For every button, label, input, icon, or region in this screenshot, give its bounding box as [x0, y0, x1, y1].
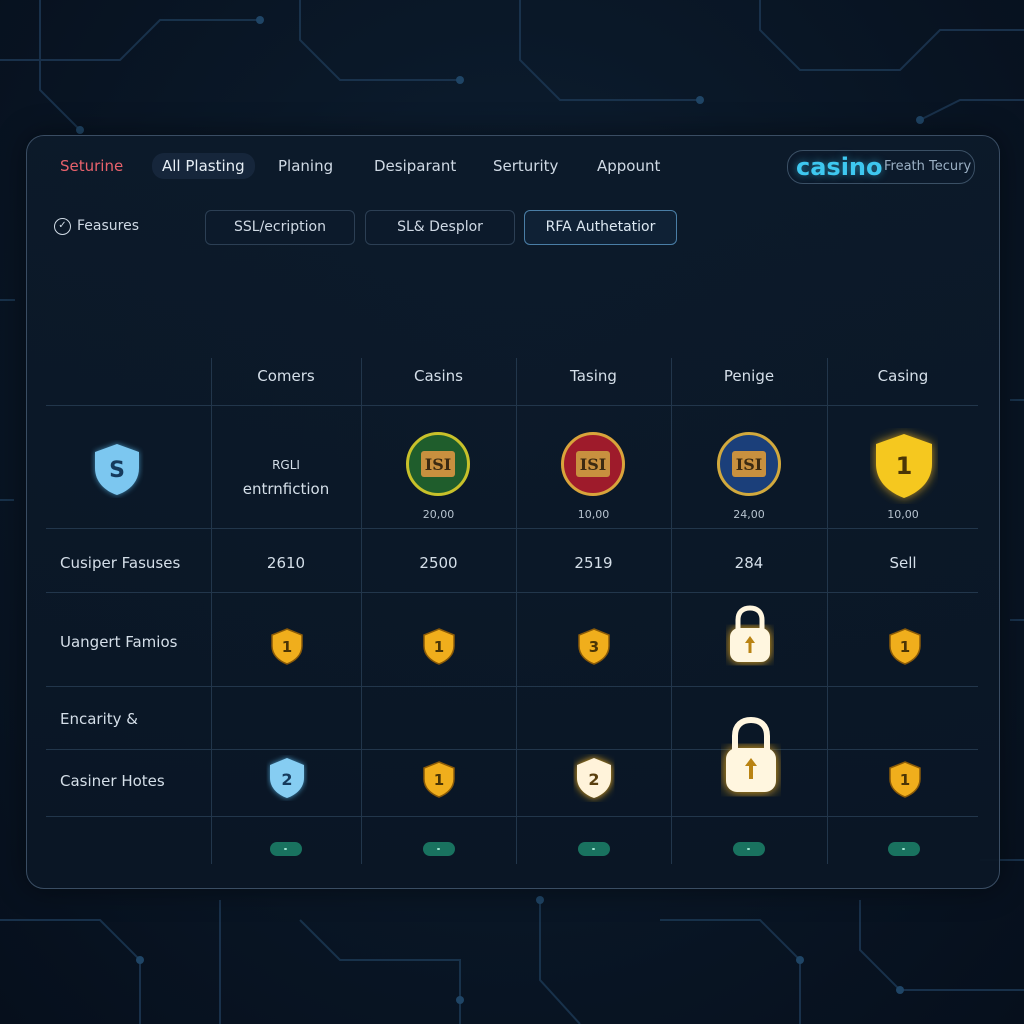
nav-item-appount[interactable]: Appount [597, 155, 660, 177]
svg-text:S: S [109, 458, 125, 483]
badge-text: ISI [421, 451, 455, 477]
svg-text:1: 1 [434, 638, 444, 656]
svg-text:2: 2 [281, 770, 292, 789]
column-header[interactable]: Tasing [516, 367, 671, 385]
svg-text:1: 1 [900, 771, 910, 789]
feature-button-ssl-desplor[interactable]: SL& Desplor [365, 210, 515, 245]
row-label: Uangert Famios [60, 633, 178, 651]
features-label: ✓ Feasures [54, 216, 139, 236]
nav-item-serturity[interactable]: Serturity [493, 155, 558, 177]
row-label: Casiner Hotes [60, 772, 165, 790]
white-shield-icon: 2 [577, 758, 611, 798]
gold-shield-icon: 1 [271, 628, 303, 665]
table-cell: Sell [889, 554, 917, 572]
brand-tagline: Freath Tecury [884, 159, 972, 174]
badge-text: ISI [732, 451, 766, 477]
nav-item-desiparant[interactable]: Desiparant [374, 155, 456, 177]
badge-value: 10,00 [887, 508, 919, 521]
gold-shield-icon: 1 [889, 761, 921, 798]
gold-shield-icon: 1 [889, 628, 921, 665]
table-cell: 2519 [574, 554, 613, 572]
svg-text:1: 1 [896, 452, 913, 480]
features-label-text: Feasures [77, 218, 140, 234]
lock-icon [726, 716, 776, 792]
brand-logo: casino [796, 153, 883, 181]
brand-box[interactable]: casino Freath Tecury [787, 150, 975, 184]
column-header[interactable]: Comers [211, 367, 361, 385]
column-header[interactable]: Penige [671, 367, 827, 385]
svg-text:1: 1 [282, 638, 292, 656]
gold-shield-badge-icon[interactable]: 1 [868, 428, 940, 504]
badge-text: ISI [576, 451, 610, 477]
lock-icon [730, 605, 770, 662]
row-label: Encarity & [60, 710, 138, 728]
blue-shield-icon: 2 [270, 758, 304, 798]
toggle-switch[interactable] [888, 842, 920, 856]
table-cell: 2610 [266, 554, 306, 572]
toggle-switch[interactable] [578, 842, 610, 856]
table-cell: 284 [734, 554, 764, 572]
nav-item-seturine[interactable]: Seturine [60, 155, 123, 177]
badge-value: 24,00 [733, 508, 765, 521]
column-header[interactable]: Casins [361, 367, 516, 385]
gold-shield-icon: 1 [423, 761, 455, 798]
toggle-switch[interactable] [423, 842, 455, 856]
svg-text:1: 1 [434, 771, 444, 789]
nav-item-all-plasting[interactable]: All Plasting [152, 153, 255, 179]
nav-item-planing[interactable]: Planing [278, 155, 333, 177]
row-label-line1: RGLI [272, 458, 300, 472]
gold-shield-icon: 3 [578, 628, 610, 665]
svg-text:1: 1 [900, 638, 910, 656]
gold-shield-icon: 1 [423, 628, 455, 665]
svg-text:2: 2 [588, 770, 599, 789]
toggle-switch[interactable] [733, 842, 765, 856]
toggle-switch[interactable] [270, 842, 302, 856]
row-label-line2: entrnfiction [242, 480, 330, 498]
casino-badge-icon[interactable]: ISI [717, 432, 781, 496]
svg-text:3: 3 [589, 638, 599, 656]
table-cell: 2500 [419, 554, 458, 572]
feature-button-ssl-encryption[interactable]: SSL/ecription [205, 210, 355, 245]
feature-button-rfa-authentication[interactable]: RFA Authetatior [524, 210, 677, 245]
row-label: Cusiper Fasuses [60, 554, 181, 572]
badge-value: 20,00 [422, 508, 455, 521]
shield-logo-icon: S [95, 444, 139, 495]
casino-badge-icon[interactable]: ISI [561, 432, 625, 496]
badge-value: 10,00 [577, 508, 610, 521]
column-header[interactable]: Casing [827, 367, 979, 385]
casino-badge-icon[interactable]: ISI [406, 432, 470, 496]
check-circle-icon: ✓ [54, 217, 71, 235]
